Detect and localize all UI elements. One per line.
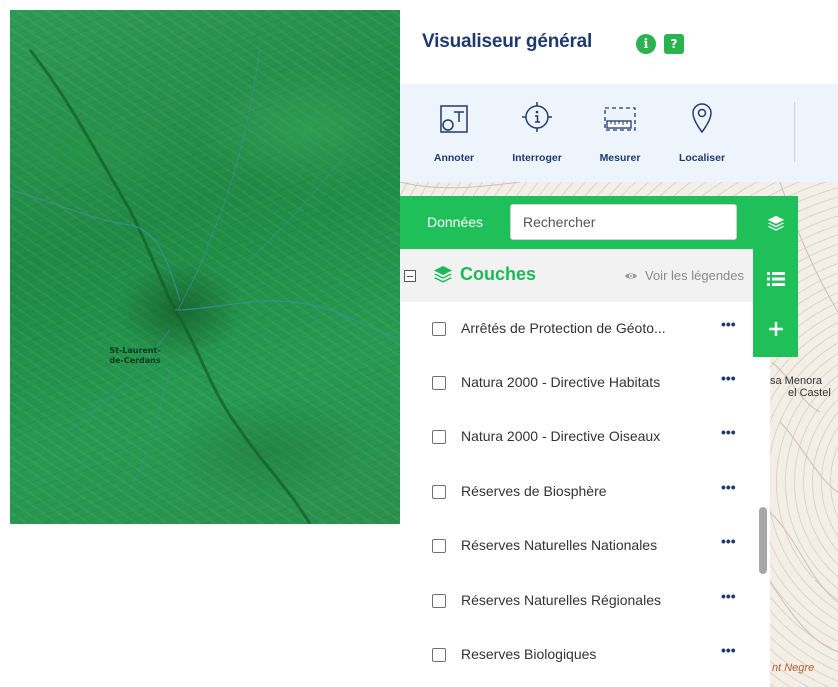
layer-more-options-button[interactable]: ••• xyxy=(721,533,736,549)
list-item: Réserves de Biosphère ••• xyxy=(400,465,758,519)
map-pin-icon xyxy=(692,103,712,134)
layer-checkbox[interactable] xyxy=(432,648,446,662)
ruler-icon xyxy=(604,107,636,131)
scrollbar-thumb[interactable] xyxy=(759,507,767,574)
list-item: Natura 2000 - Directive Habitats ••• xyxy=(400,356,758,410)
topographic-map-view[interactable]: St-Laurent-de-Cerdans xyxy=(10,10,410,524)
layer-checkbox[interactable] xyxy=(432,594,446,608)
layer-more-options-button[interactable]: ••• xyxy=(721,424,736,440)
data-panel-title: Données xyxy=(427,214,484,230)
annotate-icon xyxy=(440,105,468,133)
locate-tool-button[interactable]: Localiser xyxy=(667,84,737,182)
plus-icon xyxy=(769,322,783,336)
layer-more-options-button[interactable]: ••• xyxy=(721,479,736,495)
help-button[interactable]: ? xyxy=(664,34,684,54)
layer-name: Réserves de Biosphère xyxy=(461,483,607,499)
list-item: Reserves Biologiques ••• xyxy=(400,628,758,682)
layers-stack-icon xyxy=(434,266,452,283)
layer-checkbox[interactable] xyxy=(432,322,446,336)
info-button[interactable]: i xyxy=(636,34,656,54)
layer-more-options-button[interactable]: ••• xyxy=(721,642,736,658)
tools-toolbar: Annoter Interroger Mesurer Localiser xyxy=(400,84,838,182)
eye-icon xyxy=(625,273,637,279)
list-panel-button[interactable] xyxy=(765,268,787,290)
list-icon xyxy=(767,272,785,286)
layer-list: Arrêtés de Protection de Géoto... ••• Na… xyxy=(400,302,758,687)
layers-icon xyxy=(767,215,785,231)
layers-header: Couches Voir les légendes xyxy=(400,249,770,302)
layers-title: Couches xyxy=(460,264,537,284)
layer-name: Reserves Biologiques xyxy=(461,646,597,662)
side-rail xyxy=(753,196,798,357)
layer-checkbox[interactable] xyxy=(432,539,446,553)
layer-checkbox[interactable] xyxy=(432,430,446,444)
map-rivers-overlay xyxy=(10,49,410,524)
list-item: Réserves Naturelles Nationales ••• xyxy=(400,519,758,573)
app-header: Visualiseur général i ? xyxy=(400,0,838,84)
layers-panel-button[interactable] xyxy=(765,212,787,234)
map-label-2: el Castel xyxy=(788,387,831,399)
data-panel-header: Données xyxy=(400,196,770,249)
layer-name: Réserves Naturelles Régionales xyxy=(461,592,661,608)
search-input[interactable] xyxy=(510,204,737,240)
show-legends-toggle[interactable]: Voir les légendes xyxy=(624,268,744,283)
query-tool-button[interactable]: Interroger xyxy=(502,84,572,182)
measure-tool-button[interactable]: Mesurer xyxy=(585,84,655,182)
data-panel: Données Couches Voir les légendes Arrêté… xyxy=(400,196,770,687)
annotate-tool-button[interactable]: Annoter xyxy=(419,84,489,182)
list-item: Arrêtés de Protection de Géoto... ••• xyxy=(400,302,758,356)
layer-name: Réserves Naturelles Nationales xyxy=(461,537,658,553)
page-title: Visualiseur général xyxy=(422,31,593,52)
measure-tool-label: Mesurer xyxy=(599,152,641,164)
layer-checkbox[interactable] xyxy=(432,376,446,390)
toolbar-divider xyxy=(794,102,795,162)
annotate-tool-label: Annoter xyxy=(433,152,475,164)
collapse-icon[interactable] xyxy=(404,270,416,282)
map-label-1: sa Menora xyxy=(770,375,822,387)
layer-name: Natura 2000 - Directive Habitats xyxy=(461,374,661,390)
map-label-3: nt Negre xyxy=(772,662,815,674)
add-data-button[interactable] xyxy=(765,318,787,340)
layer-more-options-button[interactable]: ••• xyxy=(721,316,736,332)
map-place-label: St-Laurent-de-Cerdans xyxy=(109,346,161,365)
layer-more-options-button[interactable]: ••• xyxy=(721,370,736,386)
info-query-icon xyxy=(522,102,552,132)
query-tool-label: Interroger xyxy=(512,152,562,164)
show-legends-label: Voir les légendes xyxy=(645,268,745,283)
layer-name: Arrêtés de Protection de Géoto... xyxy=(461,320,666,336)
layer-checkbox[interactable] xyxy=(432,485,446,499)
layer-name: Natura 2000 - Directive Oiseaux xyxy=(461,428,661,444)
list-item: Réserves Naturelles Régionales ••• xyxy=(400,574,758,628)
locate-tool-label: Localiser xyxy=(678,152,726,164)
layer-more-options-button[interactable]: ••• xyxy=(721,588,736,604)
list-item: Natura 2000 - Directive Oiseaux ••• xyxy=(400,410,758,464)
